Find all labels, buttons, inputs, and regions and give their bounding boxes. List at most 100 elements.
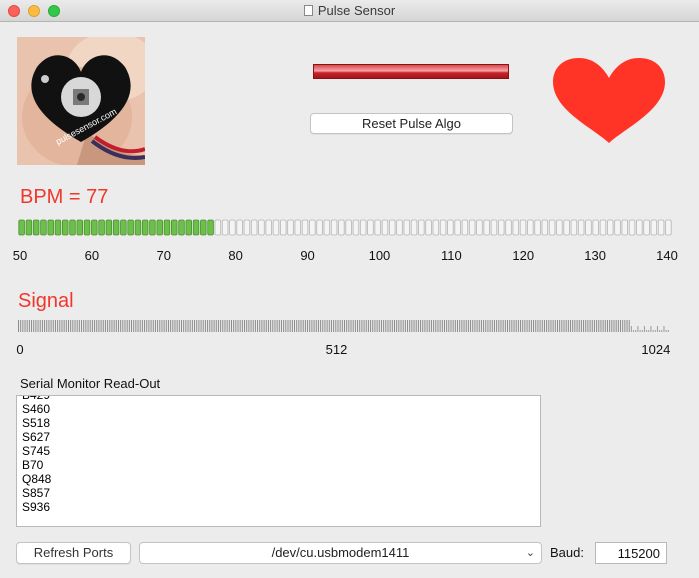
pulse-sensor-photo: pulsesensor.com: [17, 37, 145, 165]
baud-label: Baud:: [550, 545, 584, 560]
bpm-segment-empty: [309, 219, 316, 236]
reset-pulse-algo-button[interactable]: Reset Pulse Algo: [310, 113, 513, 134]
bpm-segment-filled: [98, 219, 105, 236]
heart-icon: [553, 58, 665, 143]
bpm-segment-empty: [665, 219, 672, 236]
window-title-group: Pulse Sensor: [0, 3, 699, 18]
serial-line: S460: [22, 402, 51, 416]
bpm-segment-empty: [512, 219, 519, 236]
bpm-segment-empty: [447, 219, 454, 236]
bpm-tick-label: 120: [512, 248, 535, 263]
bpm-segment-filled: [47, 219, 54, 236]
bpm-segment-filled: [120, 219, 127, 236]
bpm-segment-empty: [221, 219, 229, 236]
bpm-segment-empty: [396, 219, 403, 236]
bpm-segment-empty: [345, 219, 352, 236]
bpm-tick-label: 50: [12, 248, 28, 263]
bpm-segment-filled: [105, 219, 113, 236]
bpm-segment-empty: [243, 219, 251, 236]
bpm-segment-empty: [592, 219, 599, 236]
bpm-segment-empty: [323, 219, 331, 236]
bpm-segment-empty: [432, 219, 440, 236]
bpm-tick-label: 70: [156, 248, 171, 263]
bpm-tick-label: 90: [300, 248, 315, 263]
bpm-segment-empty: [541, 219, 549, 236]
serial-port-value: /dev/cu.usbmodem1411: [271, 545, 410, 560]
bpm-segment-filled: [18, 219, 25, 236]
bpm-segment-empty: [585, 219, 592, 236]
bpm-segment-empty: [403, 219, 410, 236]
bpm-segment-empty: [316, 219, 323, 236]
signal-gauge: [18, 320, 669, 332]
bpm-segment-filled: [170, 219, 178, 236]
bpm-segment-empty: [461, 219, 469, 236]
serial-line: S857: [22, 486, 51, 500]
bpm-gauge: [18, 219, 672, 236]
bpm-segment-empty: [468, 219, 476, 236]
bpm-segment-filled: [156, 219, 163, 236]
bpm-segment-filled: [192, 219, 200, 236]
bpm-segment-filled: [141, 219, 149, 236]
bpm-segment-empty: [214, 219, 222, 236]
bpm-segment-empty: [556, 219, 563, 236]
bpm-tick-label: 60: [84, 248, 100, 263]
bpm-segment-empty: [505, 219, 512, 236]
title-bar: Pulse Sensor: [0, 0, 699, 22]
bpm-segment-empty: [410, 219, 418, 236]
bpm-segment-empty: [527, 219, 534, 236]
window-title: Pulse Sensor: [317, 3, 396, 18]
bpm-segment-filled: [200, 219, 207, 236]
serial-monitor-readout[interactable]: B429 S460 S518 S627 S745 B70 Q848 S857 S936: [16, 395, 541, 527]
bpm-segment-filled: [149, 219, 156, 236]
bpm-segment-empty: [614, 219, 621, 236]
bpm-segment-empty: [330, 219, 338, 236]
document-icon: [303, 5, 313, 16]
signal-heading: Signal: [18, 290, 74, 312]
bpm-segment-filled: [134, 219, 142, 236]
bpm-segment-empty: [548, 219, 556, 236]
bpm-segment-filled: [127, 219, 134, 236]
bpm-tick-label: 140: [656, 248, 678, 263]
bpm-segment-empty: [418, 219, 425, 236]
bpm-segment-empty: [367, 219, 374, 236]
serial-port-select[interactable]: /dev/cu.usbmodem1411 ⌄: [139, 542, 542, 564]
bpm-segment-empty: [258, 219, 265, 236]
bpm-segment-empty: [272, 219, 280, 236]
bpm-segment-empty: [236, 219, 243, 236]
bpm-segment-empty: [563, 219, 570, 236]
bpm-segment-empty: [490, 219, 498, 236]
bpm-segment-empty: [628, 219, 636, 236]
bpm-segment-filled: [112, 219, 120, 236]
bpm-tick-label: 130: [584, 248, 606, 263]
serial-line: S936: [22, 500, 51, 514]
bpm-segment-empty: [534, 219, 541, 236]
pulse-indicator-bar: [313, 64, 509, 79]
refresh-ports-button[interactable]: Refresh Ports: [16, 542, 131, 564]
bpm-segment-empty: [425, 219, 432, 236]
bpm-segment-empty: [287, 219, 294, 236]
bpm-segment-filled: [76, 219, 84, 236]
bpm-segment-empty: [570, 219, 578, 236]
bpm-segment-filled: [83, 219, 91, 236]
bpm-segment-filled: [91, 219, 98, 236]
bpm-segment-empty: [338, 219, 345, 236]
bpm-segment-empty: [301, 219, 309, 236]
bpm-segment-empty: [352, 219, 360, 236]
bpm-segment-empty: [577, 219, 585, 236]
bpm-segment-empty: [636, 219, 643, 236]
baud-rate-input[interactable]: [595, 542, 667, 564]
chevron-down-icon: ⌄: [525, 547, 535, 559]
serial-line: S518: [22, 416, 51, 430]
bpm-segment-filled: [178, 219, 185, 236]
bpm-segment-empty: [607, 219, 614, 236]
bpm-segment-empty: [439, 219, 447, 236]
bpm-tick-label: 80: [228, 248, 243, 263]
signal-tick-label: 1024: [641, 342, 671, 357]
bpm-segment-empty: [388, 219, 396, 236]
bpm-segment-empty: [229, 219, 236, 236]
bpm-segment-filled: [32, 219, 40, 236]
bpm-segment-filled: [25, 219, 33, 236]
bpm-segment-filled: [62, 219, 69, 236]
bpm-segment-empty: [454, 219, 461, 236]
serial-line: B70: [22, 458, 44, 472]
